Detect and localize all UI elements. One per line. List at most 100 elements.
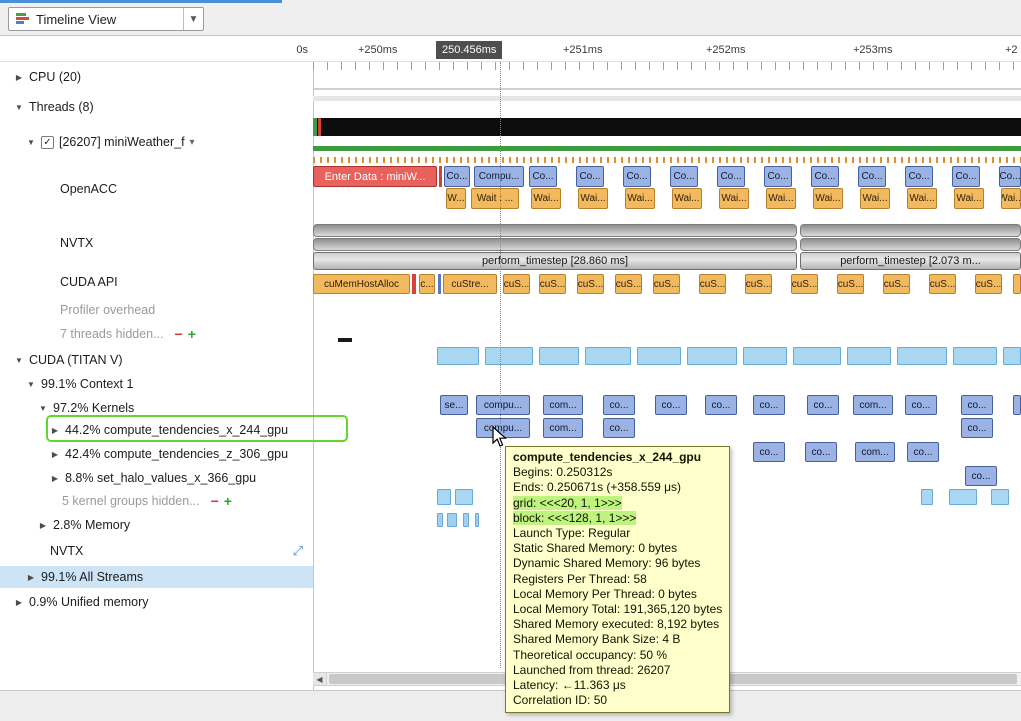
bar-co[interactable]: Co... xyxy=(905,166,933,187)
bar-co[interactable]: co... xyxy=(805,442,837,462)
remove-row-icon[interactable]: − xyxy=(211,495,219,507)
bar-co[interactable]: co... xyxy=(961,418,993,438)
sidebar-item-2-8-memory[interactable]: ▶2.8% Memory xyxy=(0,514,313,536)
tree-toggle-icon[interactable]: ▶ xyxy=(14,598,24,607)
expand-row-icon[interactable]: ⤢ xyxy=(293,543,303,559)
tree-toggle-icon[interactable]: ▶ xyxy=(38,521,48,530)
bar-cus[interactable]: cuS... xyxy=(653,274,680,294)
bar-wai[interactable]: Wai... xyxy=(719,188,749,209)
sidebar-item-8-8-set-halo-values-x-366-gpu[interactable]: ▶8.8% set_halo_values_x_366_gpu xyxy=(0,467,313,489)
sidebar-item-nvtx[interactable]: NVTX xyxy=(0,232,313,254)
bar-enter-data-miniw[interactable]: Enter Data : miniW... xyxy=(313,166,437,187)
bar-co[interactable]: Co... xyxy=(444,166,470,187)
bar-cus[interactable]: cuS... xyxy=(883,274,910,294)
bar-wai[interactable]: Wai... xyxy=(531,188,561,209)
bar-wai[interactable]: Wai... xyxy=(766,188,796,209)
bar-wai[interactable]: Wai... xyxy=(672,188,702,209)
tree-toggle-icon[interactable]: ▼ xyxy=(26,138,36,147)
bar-se[interactable]: se... xyxy=(440,395,468,415)
bar-co[interactable]: Co... xyxy=(952,166,980,187)
tree-toggle-icon[interactable]: ▶ xyxy=(50,450,60,459)
bar-co[interactable]: Co... xyxy=(670,166,698,187)
sidebar-item-26207-miniweather-f[interactable]: ▼✓[26207] miniWeather_f▾ xyxy=(0,131,313,153)
bar-wai[interactable]: Wai... xyxy=(860,188,890,209)
sidebar-item-7-threads-hidden[interactable]: 7 threads hidden...−+ xyxy=(0,323,313,345)
bar-wai[interactable]: Wai... xyxy=(1001,188,1021,209)
bar-wai[interactable]: Wai... xyxy=(954,188,984,209)
remove-row-icon[interactable]: − xyxy=(175,328,183,340)
bar-cus[interactable]: cuS... xyxy=(615,274,642,294)
sidebar-item-cuda-titan-v[interactable]: ▼CUDA (TITAN V) xyxy=(0,349,313,371)
bar-wai[interactable]: Wai... xyxy=(578,188,608,209)
bar-co[interactable]: Co... xyxy=(764,166,792,187)
bar-co[interactable]: co... xyxy=(705,395,737,415)
tree-toggle-icon[interactable]: ▼ xyxy=(38,404,48,413)
bar-co[interactable]: co... xyxy=(965,466,997,486)
bar-com[interactable]: com... xyxy=(543,418,583,438)
bar-cus[interactable]: cuS... xyxy=(837,274,864,294)
bar-co[interactable]: Co... xyxy=(858,166,886,187)
bar-cus[interactable]: cuS... xyxy=(539,274,566,294)
bar-cus[interactable]: cuS... xyxy=(577,274,604,294)
tree-toggle-icon[interactable]: ▼ xyxy=(14,356,24,365)
sidebar-item-42-4-compute-tendencies-z-306-gpu[interactable]: ▶42.4% compute_tendencies_z_306_gpu xyxy=(0,443,313,465)
bar-wai[interactable]: Wai... xyxy=(907,188,937,209)
sidebar-item-cpu-20[interactable]: ▶CPU (20) xyxy=(0,66,313,88)
bar-wai[interactable]: Wai... xyxy=(625,188,655,209)
bar-cus[interactable]: cuS... xyxy=(503,274,530,294)
time-marker-badge[interactable]: 250.456ms xyxy=(436,41,502,59)
bar-co[interactable]: Co... xyxy=(529,166,557,187)
tree-toggle-icon[interactable]: ▶ xyxy=(50,474,60,483)
bar-co[interactable]: Co... xyxy=(717,166,745,187)
sidebar-item-openacc[interactable]: OpenACC xyxy=(0,178,313,200)
bar-co[interactable]: co... xyxy=(807,395,839,415)
bar-cus[interactable]: cuS... xyxy=(699,274,726,294)
bar-perform-timestep-2-073-m[interactable]: perform_timestep [2.073 m... xyxy=(800,252,1021,270)
sidebar-item-threads-8[interactable]: ▼Threads (8) xyxy=(0,96,313,118)
sidebar-item-nvtx[interactable]: NVTX⤢ xyxy=(0,540,313,562)
bar-w[interactable]: W... xyxy=(446,188,466,209)
scrollbar-left-arrow-icon[interactable]: ◀ xyxy=(313,673,327,685)
bar-compu[interactable]: compu... xyxy=(476,395,530,415)
sidebar-item-99-1-all-streams[interactable]: ▶99.1% All Streams xyxy=(0,566,313,588)
dropdown-caret-icon[interactable]: ▾ xyxy=(190,137,195,148)
restore-hidden-icon[interactable]: + xyxy=(188,328,196,340)
sidebar-item-99-1-context-1[interactable]: ▼99.1% Context 1 xyxy=(0,373,313,395)
bar-cus[interactable]: cuS... xyxy=(929,274,956,294)
bar-cumemhostalloc[interactable]: cuMemHostAlloc xyxy=(313,274,410,294)
bar-co[interactable]: co... xyxy=(603,418,635,438)
sidebar-item-cuda-api[interactable]: CUDA API xyxy=(0,271,313,293)
bar-custre[interactable]: cuStre... xyxy=(443,274,497,294)
bar-co[interactable]: co... xyxy=(603,395,635,415)
tree-toggle-icon[interactable]: ▼ xyxy=(14,103,24,112)
timeline-view-selector[interactable]: Timeline View ▼ xyxy=(8,7,204,31)
bar-com[interactable]: com... xyxy=(543,395,583,415)
bar-com[interactable]: com... xyxy=(853,395,893,415)
bar-co[interactable]: co... xyxy=(753,442,785,462)
bar-perform-timestep-28-860-ms[interactable]: perform_timestep [28.860 ms] xyxy=(313,252,797,270)
chevron-down-icon[interactable]: ▼ xyxy=(183,8,203,30)
bar-wai[interactable]: Wai... xyxy=(813,188,843,209)
bar-co[interactable]: Co... xyxy=(623,166,651,187)
bar-co[interactable]: Co... xyxy=(811,166,839,187)
thread-checkbox[interactable]: ✓ xyxy=(41,136,54,149)
bar-wait[interactable]: Wait : ... xyxy=(471,188,519,209)
bar-c[interactable]: c... xyxy=(419,274,435,294)
sidebar-item-5-kernel-groups-hidden[interactable]: 5 kernel groups hidden...−+ xyxy=(0,490,313,512)
bar-co[interactable]: co... xyxy=(655,395,687,415)
tree-toggle-icon[interactable]: ▶ xyxy=(26,573,36,582)
bar-co[interactable]: Co... xyxy=(999,166,1021,187)
tree-toggle-icon[interactable]: ▼ xyxy=(26,380,36,389)
bar-co[interactable]: co... xyxy=(907,442,939,462)
bar-cus[interactable]: cuS... xyxy=(791,274,818,294)
restore-hidden-icon[interactable]: + xyxy=(224,495,232,507)
bar-co[interactable]: co... xyxy=(753,395,785,415)
sidebar-item-0-9-unified-memory[interactable]: ▶0.9% Unified memory xyxy=(0,591,313,613)
bar-com[interactable]: com... xyxy=(855,442,895,462)
bar-co[interactable]: Co... xyxy=(576,166,604,187)
bar-cus[interactable]: cuS... xyxy=(975,274,1002,294)
tree-toggle-icon[interactable]: ▶ xyxy=(14,73,24,82)
bar-cus[interactable]: cuS... xyxy=(745,274,772,294)
bar-co[interactable]: co... xyxy=(905,395,937,415)
sidebar-item-profiler-overhead[interactable]: Profiler overhead xyxy=(0,299,313,321)
